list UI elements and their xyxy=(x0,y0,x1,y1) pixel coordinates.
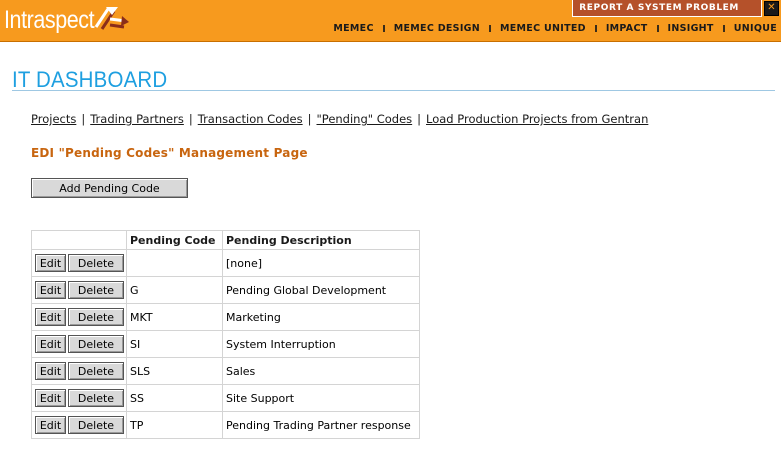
delete-button[interactable]: Delete xyxy=(68,389,124,407)
dashboard-links: Projects | Trading Partners | Transaction Co… xyxy=(31,112,648,126)
section-title: EDI "Pending Codes" Management Page xyxy=(31,146,308,160)
pending-description-cell: Pending Global Development xyxy=(222,276,420,304)
link-separator: | xyxy=(417,112,422,126)
top-nav: MEMEC MEMEC DESIGN MEMEC UNITED IMPACT I… xyxy=(333,21,777,35)
pending-description-cell: [none] xyxy=(222,249,420,277)
nav-separator xyxy=(656,24,659,32)
table-header-row: Pending Code Pending Description xyxy=(31,230,420,250)
nav-separator xyxy=(594,24,597,32)
logo-arrows-icon xyxy=(94,7,129,30)
link-separator: | xyxy=(188,112,193,126)
pending-description-cell: Pending Trading Partner response xyxy=(222,411,420,439)
pending-description-cell: Marketing xyxy=(222,303,420,331)
pending-codes-table: Pending Code Pending Description Edit Del… xyxy=(31,230,420,439)
nav-memec-design[interactable]: MEMEC DESIGN xyxy=(394,23,480,34)
actions-column-header xyxy=(31,230,127,250)
edit-button[interactable]: Edit xyxy=(35,362,66,380)
nav-memec[interactable]: MEMEC xyxy=(333,23,373,34)
pending-code-cell: SS xyxy=(126,384,223,412)
link-transaction-codes[interactable]: Transaction Codes xyxy=(198,112,303,126)
nav-impact[interactable]: IMPACT xyxy=(606,23,648,34)
header-bar: Intraspect REPORT A SYSTEM PROBLEM ✕ MEM… xyxy=(0,0,781,42)
row-actions: Edit Delete xyxy=(31,276,127,304)
delete-button[interactable]: Delete xyxy=(68,281,124,299)
edit-button[interactable]: Edit xyxy=(35,335,66,353)
link-load-production-projects[interactable]: Load Production Projects from Gentran xyxy=(426,112,648,126)
pending-description-cell: System Interruption xyxy=(222,330,420,358)
delete-button[interactable]: Delete xyxy=(68,308,124,326)
link-separator: | xyxy=(81,112,86,126)
edit-button[interactable]: Edit xyxy=(35,308,66,326)
pending-code-cell: SI xyxy=(126,330,223,358)
nav-insight[interactable]: INSIGHT xyxy=(668,23,714,34)
pending-code-cell xyxy=(126,249,223,277)
edit-button[interactable]: Edit xyxy=(35,254,66,272)
edit-button[interactable]: Edit xyxy=(35,416,66,434)
close-icon[interactable]: ✕ xyxy=(764,1,779,16)
logo-text: Intraspect xyxy=(4,6,95,34)
add-pending-code-button[interactable]: Add Pending Code xyxy=(31,178,188,198)
nav-separator xyxy=(722,24,725,32)
link-trading-partners[interactable]: Trading Partners xyxy=(90,112,184,126)
pending-description-cell: Sales xyxy=(222,357,420,385)
table-row: Edit Delete G Pending Global Development xyxy=(31,276,420,304)
logo[interactable]: Intraspect xyxy=(4,5,129,37)
pending-code-cell: MKT xyxy=(126,303,223,331)
row-actions: Edit Delete xyxy=(31,303,127,331)
row-actions: Edit Delete xyxy=(31,330,127,358)
report-problem-link[interactable]: REPORT A SYSTEM PROBLEM xyxy=(572,0,762,17)
row-actions: Edit Delete xyxy=(31,384,127,412)
pending-code-cell: SLS xyxy=(126,357,223,385)
link-pending-codes[interactable]: "Pending" Codes xyxy=(317,112,413,126)
table-row: Edit Delete SS Site Support xyxy=(31,384,420,412)
row-actions: Edit Delete xyxy=(31,249,127,277)
pending-description-column-header: Pending Description xyxy=(222,230,420,250)
delete-button[interactable]: Delete xyxy=(68,254,124,272)
table-row: Edit Delete SI System Interruption xyxy=(31,330,420,358)
delete-button[interactable]: Delete xyxy=(68,335,124,353)
table-row: Edit Delete MKT Marketing xyxy=(31,303,420,331)
row-actions: Edit Delete xyxy=(31,411,127,439)
link-projects[interactable]: Projects xyxy=(31,112,76,126)
nav-memec-united[interactable]: MEMEC UNITED xyxy=(500,23,586,34)
nav-separator xyxy=(489,24,491,32)
delete-button[interactable]: Delete xyxy=(68,416,124,434)
table-row: Edit Delete TP Pending Trading Partner resp… xyxy=(31,411,420,439)
delete-button[interactable]: Delete xyxy=(68,362,124,380)
title-divider xyxy=(12,90,775,91)
edit-button[interactable]: Edit xyxy=(35,389,66,407)
table-row: Edit Delete SLS Sales xyxy=(31,357,420,385)
pending-code-cell: TP xyxy=(126,411,223,439)
pending-code-column-header: Pending Code xyxy=(126,230,223,250)
pending-code-cell: G xyxy=(126,276,223,304)
edit-button[interactable]: Edit xyxy=(35,281,66,299)
row-actions: Edit Delete xyxy=(31,357,127,385)
pending-description-cell: Site Support xyxy=(222,384,420,412)
nav-unique[interactable]: UNIQUE xyxy=(734,23,777,34)
link-separator: | xyxy=(307,112,312,126)
table-row: Edit Delete [none] xyxy=(31,249,420,277)
nav-separator xyxy=(382,24,385,32)
report-problem-label: REPORT A SYSTEM PROBLEM xyxy=(579,3,739,13)
